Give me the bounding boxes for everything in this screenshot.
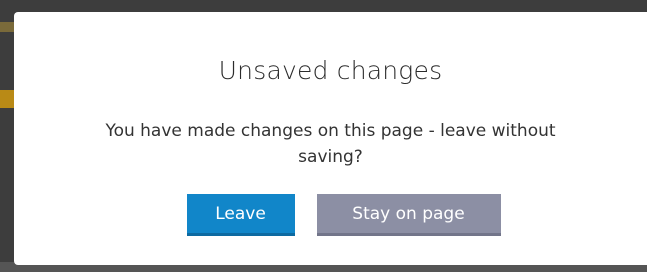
dialog-actions: Leave Stay on page [14, 194, 647, 236]
background-page-element [0, 22, 14, 32]
stay-on-page-button[interactable]: Stay on page [316, 194, 501, 236]
dialog-message: You have made changes on this page - lea… [105, 121, 556, 167]
unsaved-changes-dialog: Unsaved changes You have made changes on… [14, 12, 647, 265]
leave-button[interactable]: Leave [186, 194, 295, 236]
dialog-title: Unsaved changes [218, 56, 443, 85]
background-page-element [0, 90, 14, 108]
